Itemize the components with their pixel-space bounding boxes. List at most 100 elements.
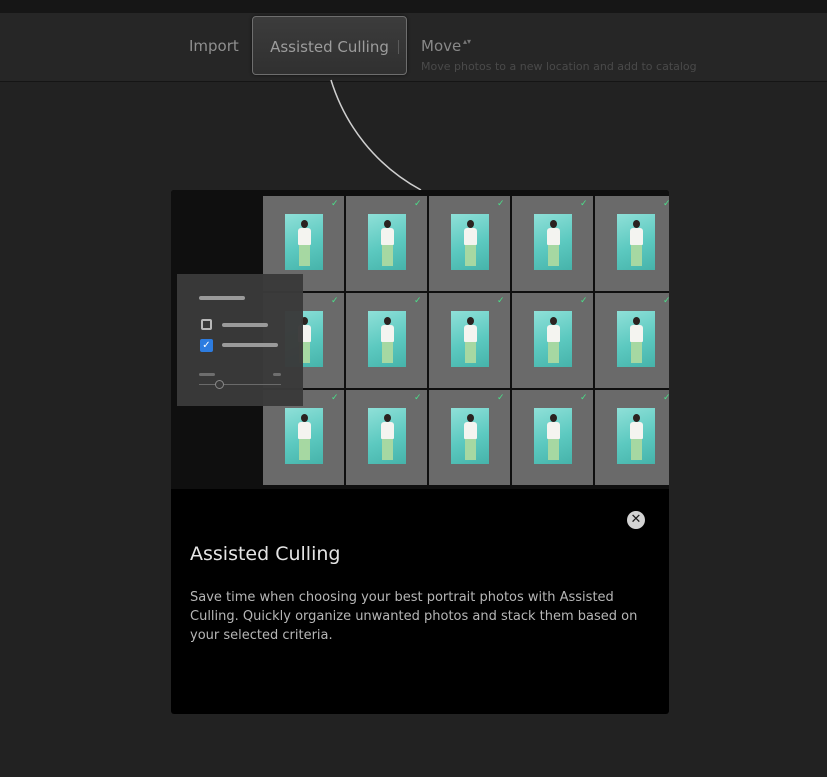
unchecked-checkbox-icon (201, 319, 212, 330)
figure-legs (299, 245, 310, 266)
portrait-photo (368, 408, 406, 464)
checkmark-icon: ✓ (331, 296, 339, 306)
figure-head (550, 220, 557, 228)
portrait-photo (451, 408, 489, 464)
photo-thumbnail: ✓ (595, 390, 669, 485)
figure-head (467, 220, 474, 228)
checkmark-icon: ✓ (663, 393, 669, 403)
figure-legs (631, 342, 642, 363)
photo-thumbnail: ✓ (429, 293, 510, 388)
figure-body (298, 228, 311, 245)
panel-title-bar (199, 296, 245, 300)
figure-head (633, 317, 640, 325)
panel-option-line (222, 343, 278, 347)
checkmark-icon: ✓ (580, 393, 588, 403)
checkmark-icon: ✓ (663, 199, 669, 209)
culling-criteria-panel-illustration: ✓ (177, 274, 303, 406)
photo-thumbnail: ✓ (512, 196, 593, 291)
figure-legs (631, 439, 642, 460)
move-caret-icon[interactable]: ▴▾ (463, 38, 471, 46)
figure-head (301, 414, 308, 422)
photo-thumbnail: ✓ (346, 390, 427, 485)
figure-body (547, 228, 560, 245)
figure-head (550, 317, 557, 325)
figure-legs (382, 342, 393, 363)
figure-body (630, 325, 643, 342)
import-mode-tab[interactable]: Import (189, 37, 239, 55)
figure-head (550, 414, 557, 422)
figure-legs (548, 245, 559, 266)
figure-head (384, 317, 391, 325)
checkmark-icon: ✓ (331, 199, 339, 209)
figure-body (464, 228, 477, 245)
window-top-strip (0, 0, 827, 13)
figure-head (633, 414, 640, 422)
checkmark-icon: ✓ (497, 199, 505, 209)
portrait-photo (451, 214, 489, 270)
move-mode-subtitle: Move photos to a new location and add to… (421, 60, 697, 73)
coachmark-illustration: ✓ ✓ ✓ ✓ ✓ ✓ ✓ ✓ ✓ ✓ ✓ ✓ ✓ ✓ ✓ ✓ (171, 190, 669, 489)
photo-thumbnail: ✓ (595, 293, 669, 388)
photo-thumbnail: ✓ (429, 390, 510, 485)
portrait-photo (617, 408, 655, 464)
mode-separator (398, 40, 399, 54)
figure-head (633, 220, 640, 228)
figure-legs (548, 439, 559, 460)
portrait-photo (534, 311, 572, 367)
coachmark-description: Save time when choosing your best portra… (190, 590, 638, 643)
portrait-photo (534, 408, 572, 464)
figure-body (547, 422, 560, 439)
figure-head (467, 414, 474, 422)
coachmark-title: Assisted Culling (190, 543, 341, 565)
checkmark-icon: ✓ (331, 393, 339, 403)
slider-min-mark (199, 373, 215, 376)
figure-legs (299, 439, 310, 460)
portrait-photo (368, 311, 406, 367)
checkmark-icon: ✓ (580, 296, 588, 306)
figure-legs (382, 245, 393, 266)
assisted-culling-mode-tab[interactable]: Assisted Culling (252, 16, 407, 75)
photo-thumbnail: ✓ (346, 196, 427, 291)
move-mode-tab[interactable]: Move (421, 37, 461, 55)
photo-thumbnail: ✓ (512, 293, 593, 388)
portrait-photo (534, 214, 572, 270)
slider-track (199, 384, 281, 385)
figure-body (381, 228, 394, 245)
figure-body (630, 228, 643, 245)
checkmark-icon: ✓ (414, 393, 422, 403)
figure-body (630, 422, 643, 439)
figure-legs (465, 342, 476, 363)
figure-legs (631, 245, 642, 266)
portrait-photo (617, 214, 655, 270)
figure-head (384, 414, 391, 422)
assisted-culling-coachmark: ✓ ✓ ✓ ✓ ✓ ✓ ✓ ✓ ✓ ✓ ✓ ✓ ✓ ✓ ✓ ✓ ✕ Assisted Culling Sav… (171, 190, 669, 714)
figure-legs (465, 439, 476, 460)
photo-thumbnail: ✓ (346, 293, 427, 388)
photo-thumbnail: ✓ (512, 390, 593, 485)
figure-body (298, 422, 311, 439)
portrait-photo (285, 408, 323, 464)
import-mode-bar: Import Assisted Culling Move ▴▾ Move pho… (0, 13, 827, 82)
photo-thumbnail: ✓ (595, 196, 669, 291)
panel-option-line (222, 323, 268, 327)
figure-body (464, 325, 477, 342)
figure-head (301, 220, 308, 228)
figure-body (464, 422, 477, 439)
checkmark-icon: ✓ (497, 296, 505, 306)
close-icon[interactable]: ✕ (627, 511, 645, 529)
checkmark-icon: ✓ (414, 199, 422, 209)
figure-body (381, 325, 394, 342)
portrait-photo (451, 311, 489, 367)
figure-legs (548, 342, 559, 363)
checkmark-icon: ✓ (663, 296, 669, 306)
checkmark-icon: ✓ (414, 296, 422, 306)
thumbnail-grid: ✓ ✓ ✓ ✓ ✓ ✓ ✓ ✓ ✓ ✓ ✓ ✓ ✓ ✓ ✓ (263, 196, 669, 485)
slider-knob (215, 380, 224, 389)
figure-legs (465, 245, 476, 266)
checkmark-icon: ✓ (580, 199, 588, 209)
figure-head (384, 220, 391, 228)
checkmark-icon: ✓ (497, 393, 505, 403)
photo-thumbnail: ✓ (429, 196, 510, 291)
figure-legs (382, 439, 393, 460)
figure-body (547, 325, 560, 342)
